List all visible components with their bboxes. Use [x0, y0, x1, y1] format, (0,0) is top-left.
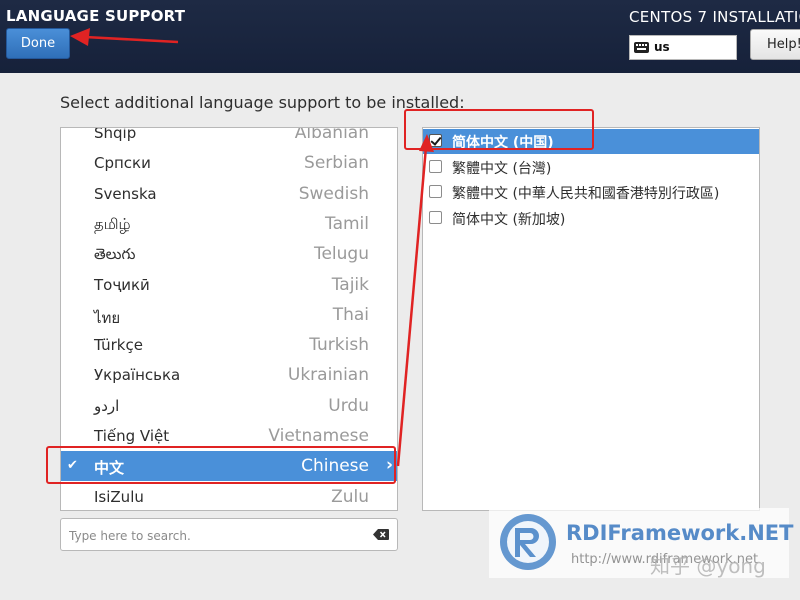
- language-english-name: Tamil: [325, 213, 369, 234]
- locale-row[interactable]: 繁體中文 (台灣): [423, 155, 759, 180]
- locale-checkbox[interactable]: [429, 159, 442, 173]
- clear-search-icon[interactable]: [373, 529, 389, 540]
- locale-label: 繁體中文 (中華人民共和國香港特別行政區): [452, 186, 720, 202]
- keyboard-layout-label: us: [654, 40, 670, 54]
- rdiframework-logo-icon: [500, 514, 556, 570]
- language-english-name: Tajik: [331, 274, 369, 295]
- language-row[interactable]: ไทย Thai: [61, 300, 397, 330]
- locale-row[interactable]: 简体中文 (新加坡): [423, 206, 759, 231]
- annotation-box-simplified-chinese: [404, 109, 594, 150]
- language-english-name: Swedish: [298, 183, 369, 204]
- locale-checkbox[interactable]: [429, 210, 442, 224]
- language-english-name: Vietnamese: [268, 426, 369, 446]
- language-row[interactable]: தமிழ் Tamil: [61, 209, 397, 239]
- language-row[interactable]: Српски Serbian: [61, 148, 397, 178]
- keyboard-icon: [634, 42, 649, 53]
- language-row[interactable]: Українська Ukrainian: [61, 360, 397, 390]
- language-row[interactable]: Тоҷикӣ Tajik: [61, 270, 397, 300]
- language-row[interactable]: తెలుగు Telugu: [61, 239, 397, 269]
- language-english-name: Zulu: [331, 486, 369, 507]
- locale-label: 简体中文 (新加坡): [452, 211, 566, 228]
- language-row[interactable]: اردو Urdu: [61, 391, 397, 421]
- language-english-name: Ukrainian: [287, 365, 369, 386]
- done-button[interactable]: Done: [6, 28, 70, 59]
- language-english-name: Telugu: [313, 244, 369, 265]
- search-box[interactable]: [60, 518, 398, 551]
- language-english-name: Urdu: [328, 395, 369, 416]
- language-native-name: Türkçe: [94, 336, 143, 355]
- language-native-name: Тоҷикӣ: [94, 275, 150, 294]
- language-row[interactable]: Shqip Albanian: [61, 127, 397, 148]
- language-native-name: اردو: [94, 396, 120, 415]
- language-row[interactable]: Türkçe Turkish: [61, 330, 397, 360]
- keyboard-layout-indicator[interactable]: us: [629, 35, 737, 60]
- watermark-zhihu: 知乎 @yong: [650, 554, 766, 578]
- language-english-name: Thai: [332, 304, 369, 325]
- page-title: LANGUAGE SUPPORT: [6, 7, 186, 25]
- language-english-name: Albanian: [294, 127, 369, 143]
- annotation-box-chinese: [46, 446, 396, 484]
- language-row[interactable]: Svenska Swedish: [61, 179, 397, 209]
- language-native-name: Українська: [94, 366, 181, 385]
- locale-row[interactable]: 繁體中文 (中華人民共和國香港特別行政區): [423, 180, 759, 205]
- language-row[interactable]: IsiZulu Zulu: [61, 482, 397, 510]
- help-button[interactable]: Help!: [750, 29, 800, 60]
- language-english-name: Turkish: [309, 335, 369, 356]
- locale-label: 繁體中文 (台灣): [452, 160, 552, 177]
- locale-list[interactable]: 简体中文 (中国) 繁體中文 (台灣) 繁體中文 (中華人民共和國香港特別行政區) 简…: [422, 127, 760, 511]
- language-native-name: தமிழ்: [94, 214, 131, 233]
- locale-checkbox[interactable]: [429, 185, 442, 198]
- language-native-name: Shqip: [94, 127, 137, 142]
- language-native-name: Српски: [94, 154, 151, 173]
- language-native-name: Svenska: [94, 184, 157, 203]
- installation-title: CENTOS 7 INSTALLATION: [629, 8, 800, 26]
- language-native-name: ไทย: [94, 308, 121, 327]
- top-header-bar: LANGUAGE SUPPORT Done CENTOS 7 INSTALLAT…: [0, 0, 800, 73]
- language-native-name: తెలుగు: [94, 245, 136, 264]
- watermark-brand: RDIFramework.NET: [566, 521, 794, 545]
- language-native-name: Tiếng Việt: [94, 427, 170, 445]
- search-input[interactable]: [67, 523, 361, 548]
- language-english-name: Serbian: [304, 153, 369, 174]
- language-native-name: IsiZulu: [94, 487, 144, 506]
